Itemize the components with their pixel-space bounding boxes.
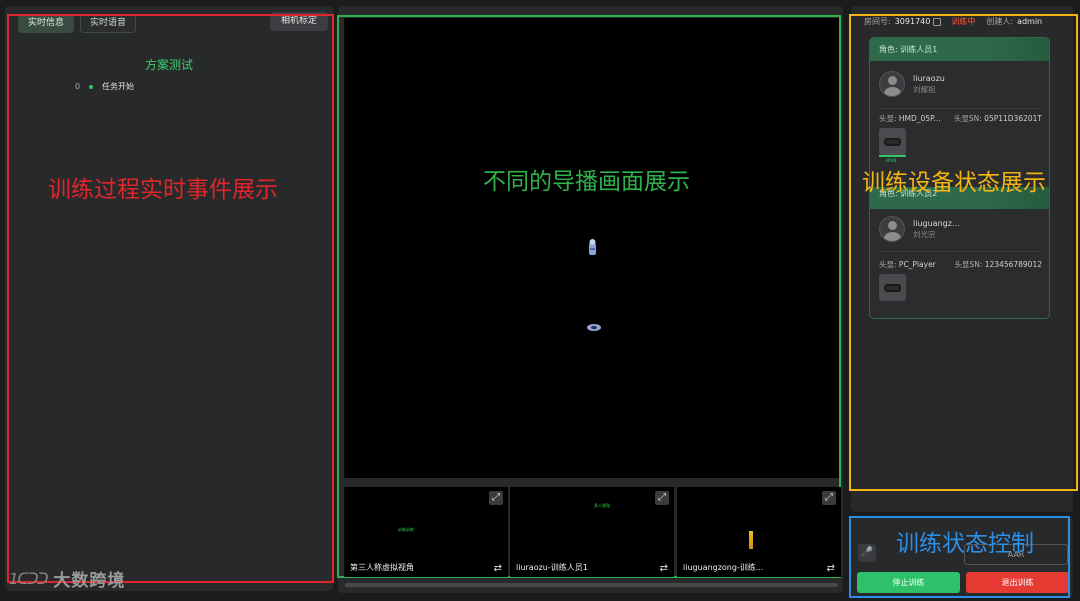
thumbnail-label: liuraozu-训练人员1: [516, 563, 588, 572]
microphone-icon[interactable]: 🎤: [858, 544, 876, 562]
event-panel: [5, 6, 333, 591]
vr-headset-icon: [884, 283, 901, 292]
member-user-id: liuraozu: [913, 73, 945, 83]
member-user-row: liuguangz... 刘光宗: [879, 216, 960, 242]
creator-label: 创建人:: [986, 17, 1014, 26]
brand-text: 大数跨境: [53, 571, 126, 591]
plan-title: 方案测试: [144, 58, 193, 72]
headset-figure-icon: [587, 324, 601, 331]
thumbnail-mini-caption: 多人视角: [594, 503, 610, 508]
annotation-label-events: 训练过程实时事件展示: [48, 177, 278, 203]
annotation-label-broadcast: 不同的导播画面展示: [483, 169, 690, 195]
thumbnail-label: liuguangzong-训练...: [683, 563, 764, 572]
headset-status-tile[interactable]: [879, 274, 906, 301]
event-text: 任务开始: [102, 82, 134, 91]
avatar-figure-icon: [589, 239, 596, 255]
hmd-sn-value: 05P11D36201T: [984, 114, 1042, 123]
member-device-row: 头显: PC_Player 头显SN: 123456789012: [879, 259, 1042, 270]
thumbnail-label: 第三人称虚拟视角: [350, 563, 414, 572]
hmd-value: HMD_05P...: [898, 114, 941, 123]
divider: [879, 108, 1042, 109]
hmd-sn-value: 123456789012: [984, 260, 1042, 269]
expand-icon[interactable]: ⤢: [489, 491, 503, 505]
swap-icon[interactable]: ⇄: [660, 563, 668, 574]
hmd-label: 头显:: [879, 260, 897, 269]
annotation-label-devices: 训练设备状态展示: [862, 170, 1046, 196]
member-role-header: 角色: 训练人员1: [870, 38, 1049, 61]
headset-status-tile[interactable]: [879, 128, 906, 155]
hmd-value: PC_Player: [898, 260, 936, 269]
avatar: [879, 216, 905, 242]
annotation-label-control: 训练状态控制: [896, 531, 1034, 557]
thumbnail-view-trainee-2[interactable]: ⤢ liuguangzong-训练... ⇄: [677, 487, 841, 577]
thumbnail-mini-caption: 训练训练: [398, 527, 414, 532]
camera-calibrate-button[interactable]: 相机标定: [270, 12, 329, 31]
expand-icon[interactable]: ⤢: [655, 491, 669, 505]
copy-icon[interactable]: [933, 17, 942, 26]
swap-icon[interactable]: ⇄: [827, 563, 835, 574]
room-number: 3091740: [894, 17, 931, 26]
room-info-bar: 房间号: 3091740 训练中 创建人: admin: [864, 16, 1042, 27]
thumbnail-view-third-person[interactable]: 训练训练 ⤢ 第三人称虚拟视角 ⇄: [344, 487, 508, 577]
horizontal-scrollbar[interactable]: [345, 583, 838, 587]
brand-mark-icon: 1ᑕᑐᑐ: [9, 569, 48, 588]
swap-icon[interactable]: ⇄: [494, 563, 502, 574]
event-index: 0: [75, 82, 81, 91]
event-status-dot-icon: [89, 84, 93, 89]
expand-icon[interactable]: ⤢: [822, 491, 836, 505]
member-user-name: 刘光宗: [913, 229, 936, 239]
tab-realtime-voice[interactable]: 实时语音: [80, 14, 137, 33]
headset-battery-bar: [879, 155, 906, 157]
divider: [879, 251, 1042, 252]
event-list-item: 0 任务开始: [75, 81, 134, 92]
brand-logo: 1ᑕᑐᑐ 大数跨境: [9, 566, 126, 592]
creator-name: admin: [1017, 17, 1043, 26]
thumbnail-mini-marker: [749, 531, 753, 549]
hmd-sn-label: 头显SN:: [953, 114, 982, 123]
hmd-label: 头显:: [879, 114, 897, 123]
avatar: [879, 71, 905, 97]
hmd-sn-label: 头显SN:: [954, 260, 983, 269]
stop-training-button[interactable]: 停止训练: [857, 572, 960, 593]
training-status-badge: 训练中: [951, 17, 976, 26]
app-root: 实时信息 实时语音 相机标定 方案测试 0 任务开始 训练过程实时事件展示 1ᑕ…: [0, 0, 1080, 601]
member-user-id: liuguangz...: [913, 218, 960, 228]
tab-realtime-info[interactable]: 实时信息: [18, 14, 75, 33]
exit-training-button[interactable]: 退出训练: [966, 572, 1069, 593]
member-user-row: liuraozu 刘耀祖: [879, 71, 945, 97]
member-device-row: 头显: HMD_05P... 头显SN: 05P11D36201T: [879, 113, 1042, 124]
vr-headset-icon: [884, 137, 901, 146]
thumbnail-view-trainee-1[interactable]: 多人视角 ⤢ liuraozu-训练人员1 ⇄: [510, 487, 674, 577]
member-user-name: 刘耀祖: [913, 84, 936, 94]
room-label: 房间号:: [864, 17, 891, 26]
